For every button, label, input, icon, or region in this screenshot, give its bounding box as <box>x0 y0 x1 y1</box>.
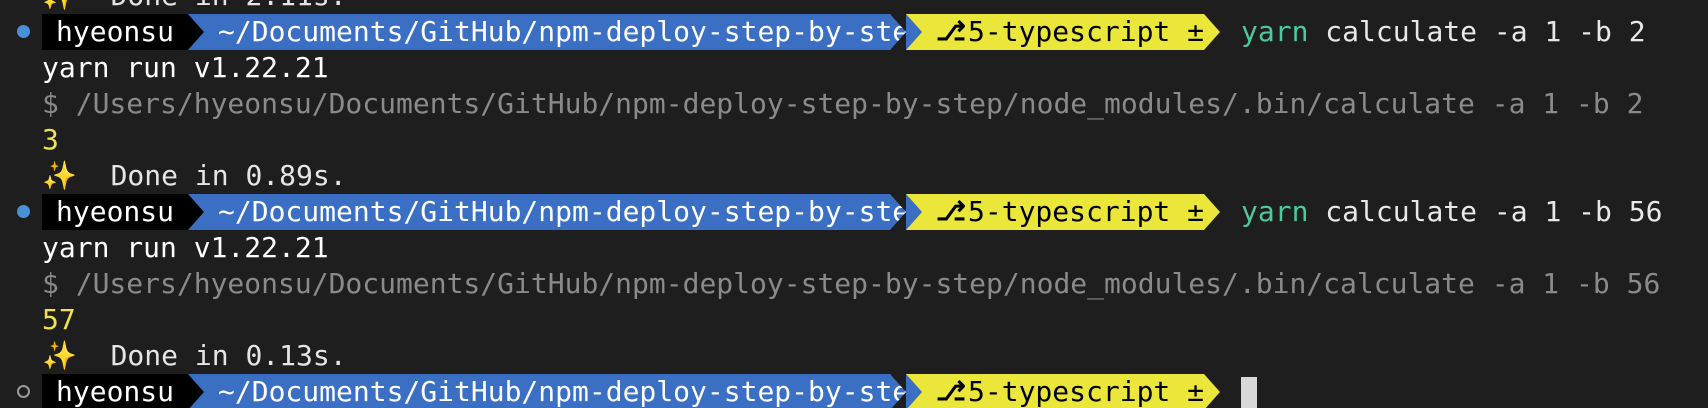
prompt-path: ~/Documents/GitHub/npm-deploy-step-by-st… <box>188 14 906 50</box>
git-branch-icon: ⎇ <box>936 17 966 47</box>
prompt-user: hyeonsu <box>42 374 188 408</box>
command-yarn: yarn <box>1241 195 1309 228</box>
status-dot-icon <box>17 205 30 218</box>
command-text: yarn calculate -a 1 -b 2 <box>1241 14 1646 50</box>
output-yarn-version: yarn run v1.22.21 <box>42 231 329 264</box>
terminal-window[interactable]: ✨ Done in 2.11s. hyeonsu ~/Documents/Git… <box>0 0 1708 408</box>
prompt-git-segment: ⎇ 5-typescript ± <box>906 194 1220 230</box>
output-exec-line: $ /Users/hyeonsu/Documents/GitHub/npm-de… <box>42 267 1661 300</box>
prompt-line: hyeonsu ~/Documents/GitHub/npm-deploy-st… <box>0 14 1708 50</box>
prompt-git-segment: ⎇ 5-typescript ± <box>906 14 1220 50</box>
output-result: 3 <box>42 123 59 156</box>
prompt-line: hyeonsu ~/Documents/GitHub/npm-deploy-st… <box>0 194 1708 230</box>
text-cursor[interactable] <box>1241 377 1257 408</box>
prompt-user: hyeonsu <box>42 194 188 230</box>
output-exec-line: $ /Users/hyeonsu/Documents/GitHub/npm-de… <box>42 87 1644 120</box>
prompt-user: hyeonsu <box>42 14 188 50</box>
command-yarn: yarn <box>1241 15 1309 48</box>
output-yarn-version: yarn run v1.22.21 <box>42 51 329 84</box>
git-branch-icon: ⎇ <box>936 197 966 227</box>
command-text: yarn calculate -a 1 -b 56 <box>1241 194 1662 230</box>
git-branch-name: 5-typescript ± <box>968 15 1205 48</box>
prompt-path: ~/Documents/GitHub/npm-deploy-step-by-st… <box>188 374 906 408</box>
command-args: calculate -a 1 -b 56 <box>1325 195 1663 228</box>
prompt-path: ~/Documents/GitHub/npm-deploy-step-by-st… <box>188 194 906 230</box>
status-dot-icon <box>17 385 30 398</box>
output-done: ✨ Done in 0.89s. <box>42 159 347 192</box>
command-args: calculate -a 1 -b 2 <box>1325 15 1646 48</box>
git-branch-name: 5-typescript ± <box>968 195 1205 228</box>
git-branch-name: 5-typescript ± <box>968 375 1205 408</box>
git-branch-icon: ⎇ <box>936 377 966 407</box>
output-result: 57 <box>42 303 76 336</box>
prompt-git-segment: ⎇ 5-typescript ± <box>906 374 1220 408</box>
output-done: ✨ Done in 0.13s. <box>42 339 347 372</box>
prompt-line-active: hyeonsu ~/Documents/GitHub/npm-deploy-st… <box>0 374 1708 408</box>
status-dot-icon <box>17 25 30 38</box>
output-done-partial: ✨ Done in 2.11s. <box>42 0 347 14</box>
